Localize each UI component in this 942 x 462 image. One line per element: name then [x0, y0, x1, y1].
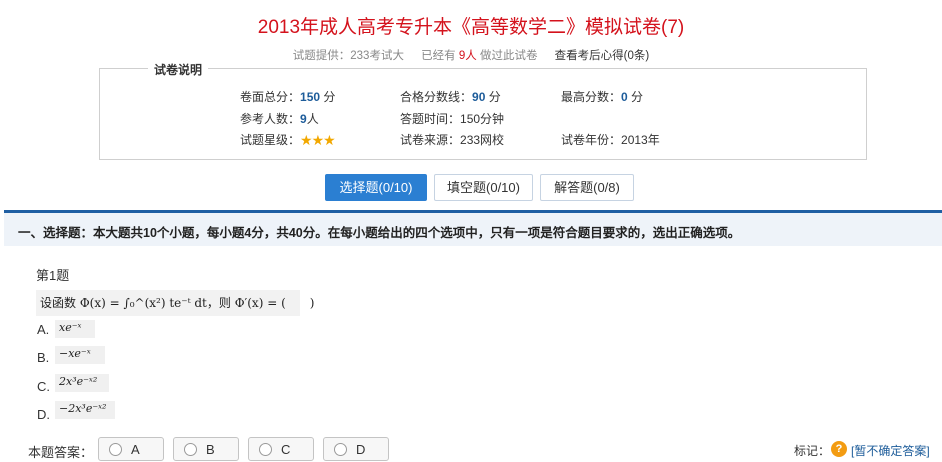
answer-row: 本题答案： A B C D 标记： ? [暂不确定答案]: [0, 434, 942, 462]
max-value: 0: [621, 90, 628, 104]
option-c-letter: C.: [37, 379, 50, 394]
option-d-letter: D.: [37, 407, 50, 422]
answer-option-c-label: C: [281, 442, 291, 457]
people-label: 参考人数：: [240, 112, 301, 126]
pass-value: 90: [472, 90, 486, 104]
option-c-formula: 2x³e⁻ˣ²: [59, 375, 98, 388]
option-a-letter: A.: [37, 322, 50, 337]
people-unit: 人: [306, 112, 319, 126]
answer-option-c[interactable]: C: [248, 437, 314, 461]
option-a-formula: xe⁻ˣ: [59, 321, 82, 334]
total-value: 150: [300, 90, 321, 104]
pass-label: 合格分数线：: [400, 90, 473, 104]
option-c-image: 2x³e⁻ˣ²: [55, 374, 109, 392]
radio-icon[interactable]: [184, 443, 197, 456]
answer-option-d-label: D: [356, 442, 366, 457]
provider-prefix: 试题提供：: [292, 50, 351, 62]
source-label: 试卷来源：: [400, 133, 461, 147]
total-label: 卷面总分：: [240, 90, 301, 104]
question-type-tabs: 选择题(0/10) 填空题(0/10) 解答题(0/8): [0, 174, 942, 202]
paper-meta: 试题提供：233考试大 已经有 9人 做过此试卷 查看考后心得(0条): [0, 47, 942, 63]
answer-option-b-label: B: [206, 442, 215, 457]
option-d-formula: −2x³e⁻ˣ²: [59, 402, 107, 415]
year-label: 试卷年份：: [561, 133, 622, 147]
info-legend: 试卷说明: [148, 61, 209, 78]
mark-label: 标记：: [794, 444, 831, 458]
year-value: 2013年: [621, 133, 660, 147]
option-d-image: −2x³e⁻ˣ²: [55, 401, 115, 419]
provider-name: 233考试大: [350, 50, 404, 62]
option-b-letter: B.: [37, 350, 50, 365]
option-b-formula: −xe⁻ˣ: [59, 347, 91, 360]
question-stem: 设函数 Φ(x) = ∫₀^(x²) te⁻ᵗ dt，则 Φ′(x) = ( ): [40, 296, 315, 310]
star-rating: 试题星级：★★★: [240, 131, 336, 149]
question-icon[interactable]: ?: [831, 441, 847, 457]
review-link[interactable]: 查看考后心得(0条): [555, 50, 650, 62]
pass-unit: 分: [488, 90, 501, 104]
tab-fill-blank[interactable]: 填空题(0/10): [434, 174, 533, 201]
option-a-image: xe⁻ˣ: [55, 320, 95, 338]
section-instructions: 一、选择题：本大题共10个小题，每小题4分，共40分。在每小题给出的四个选项中，…: [18, 226, 741, 240]
paper-info-box: 试卷说明 卷面总分：150 分 合格分数线：90 分 最高分数：0 分 参考人数…: [99, 61, 867, 160]
answer-option-a[interactable]: A: [98, 437, 164, 461]
answer-option-b[interactable]: B: [173, 437, 239, 461]
participants: 参考人数：9人: [240, 110, 319, 127]
paper-year: 试卷年份：2013年: [561, 131, 660, 148]
source-value: 233网校: [460, 133, 505, 147]
answer-time: 答题时间：150分钟: [400, 110, 504, 127]
answer-option-d[interactable]: D: [323, 437, 389, 461]
tab-choice[interactable]: 选择题(0/10): [325, 174, 427, 201]
radio-icon[interactable]: [334, 443, 347, 456]
section-header: 一、选择题：本大题共10个小题，每小题4分，共40分。在每小题给出的四个选项中，…: [4, 210, 942, 246]
time-value: 150分钟: [460, 112, 505, 126]
radio-icon[interactable]: [259, 443, 272, 456]
answer-option-a-label: A: [131, 442, 140, 457]
total-score: 卷面总分：150 分: [240, 88, 335, 105]
time-label: 答题时间：: [400, 112, 461, 126]
paper-source: 试卷来源：233网校: [400, 131, 504, 148]
mark-uncertain-link[interactable]: [暂不确定答案]: [851, 442, 930, 459]
taken-count: 9人: [458, 50, 477, 62]
taken-suffix: 做过此试卷: [479, 50, 538, 62]
max-unit: 分: [631, 90, 644, 104]
max-score: 最高分数：0 分: [561, 88, 643, 105]
tab-answer[interactable]: 解答题(0/8): [540, 174, 634, 201]
answer-label: 本题答案：: [28, 445, 94, 460]
radio-icon[interactable]: [109, 443, 122, 456]
star-icon: ★★★: [300, 132, 336, 148]
question-stem-image: 设函数 Φ(x) = ∫₀^(x²) te⁻ᵗ dt，则 Φ′(x) = ( ): [36, 290, 314, 316]
max-label: 最高分数：: [561, 90, 622, 104]
taken-prefix: 已经有: [421, 50, 456, 62]
total-unit: 分: [323, 90, 336, 104]
option-b-image: −xe⁻ˣ: [55, 346, 105, 364]
people-value: 9: [300, 112, 307, 126]
pass-score: 合格分数线：90 分: [400, 88, 501, 105]
star-label: 试题星级：: [240, 133, 301, 147]
page-title: 2013年成人高考专升本《高等数学二》模拟试卷(7): [257, 17, 685, 38]
question-number: 第1题: [36, 268, 70, 283]
